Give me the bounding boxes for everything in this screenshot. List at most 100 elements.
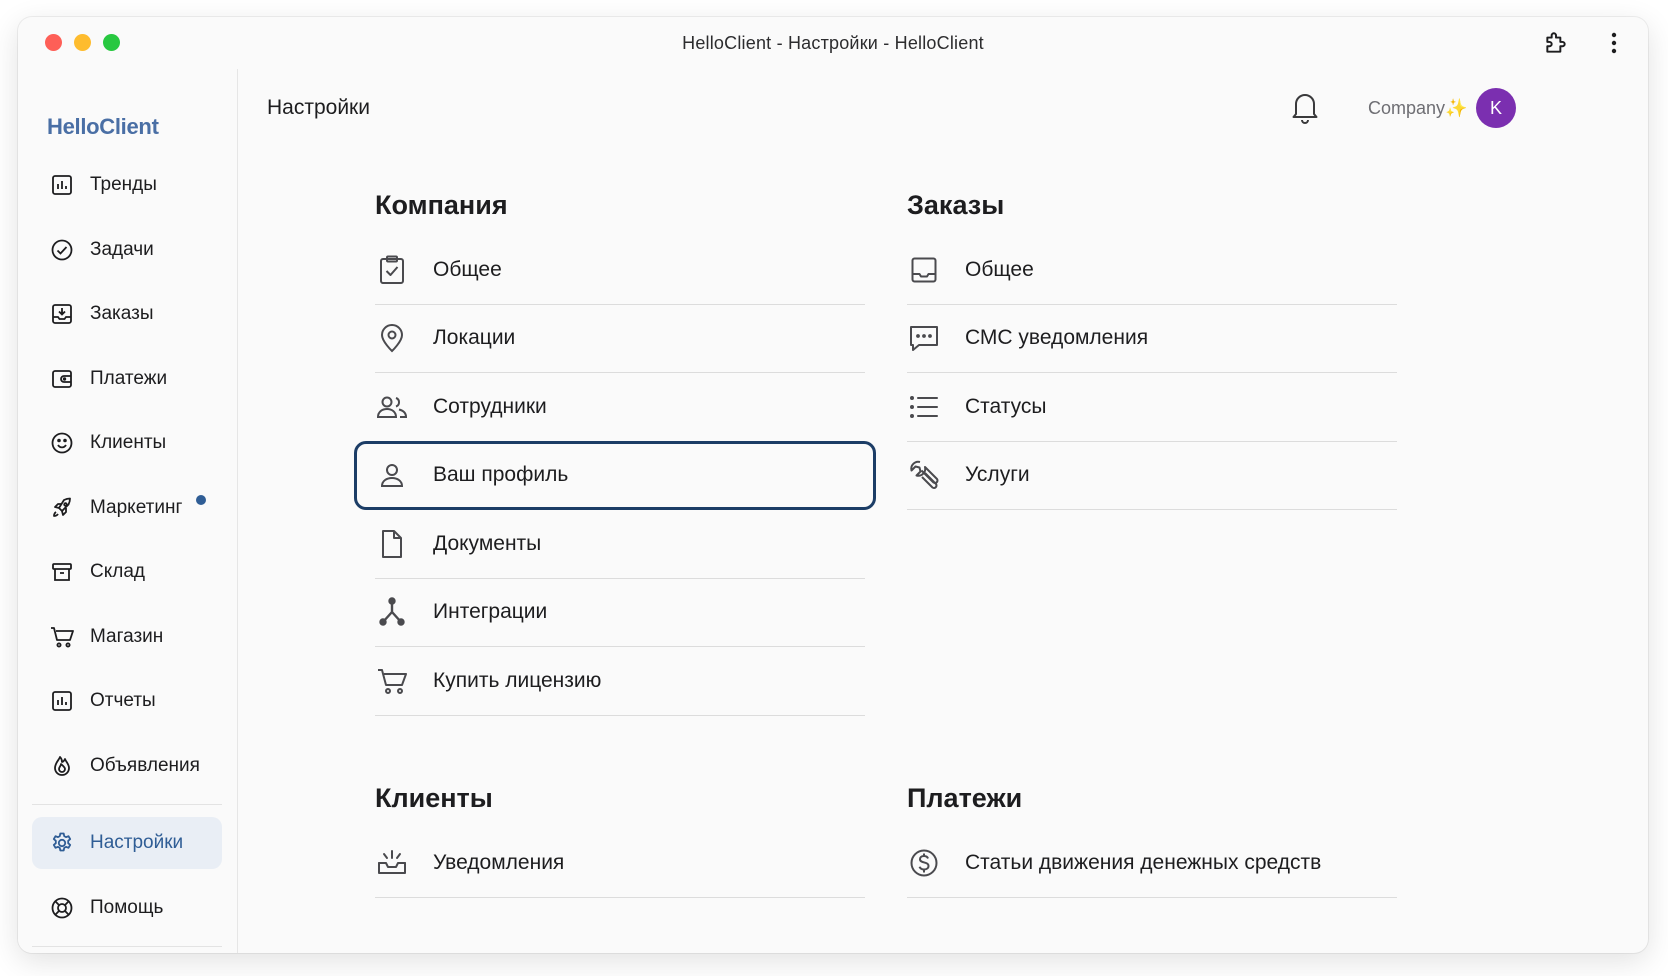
cart-icon <box>47 622 77 652</box>
settings-item-cashflow-articles[interactable]: Статьи движения денежных средств <box>907 829 1397 898</box>
extensions-icon[interactable] <box>1542 29 1570 57</box>
avatar[interactable]: K <box>1476 88 1516 128</box>
sidebar-item-orders[interactable]: Заказы <box>32 288 222 340</box>
sidebar-item-reports[interactable]: Отчеты <box>32 675 222 727</box>
settings-item-label: Купить лицензию <box>433 668 602 692</box>
sidebar-item-label: Тренды <box>90 174 157 195</box>
minimize-window-button[interactable] <box>74 34 91 51</box>
sidebar-item-label: Клиенты <box>90 432 167 453</box>
settings-item-services[interactable]: Услуги <box>907 442 1397 510</box>
list-icon <box>907 390 941 424</box>
sidebar-item-label: Склад <box>90 561 145 582</box>
gear-icon <box>47 828 77 858</box>
document-icon <box>375 527 409 561</box>
inbox-download-icon <box>47 299 77 329</box>
section-title-orders: Заказы <box>907 190 1005 220</box>
sidebar-item-marketing[interactable]: Маркетинг <box>32 482 222 534</box>
settings-item-buy-license[interactable]: Купить лицензию <box>375 647 865 716</box>
sidebar-nav: Тренды Задачи Заказы Платежи Клиенты Мар <box>32 159 222 953</box>
sidebar-item-announcements[interactable]: Объявления <box>32 740 222 792</box>
settings-item-label: Статусы <box>965 394 1047 418</box>
window-title: HelloClient - Настройки - HelloClient <box>682 32 984 53</box>
sidebar-item-label: Объявления <box>90 754 200 776</box>
page-title: Настройки <box>267 96 370 119</box>
settings-item-documents[interactable]: Документы <box>375 510 865 579</box>
sidebar-item-label: Помощь <box>90 896 164 918</box>
sidebar-item-label: Маркетинг <box>90 496 183 518</box>
sidebar-item-label: Платежи <box>90 367 168 389</box>
message-icon <box>907 321 941 355</box>
maximize-window-button[interactable] <box>103 34 120 51</box>
settings-item-locations[interactable]: Локации <box>375 305 865 373</box>
sidebar-item-clients[interactable]: Клиенты <box>32 417 222 469</box>
settings-item-label: Уведомления <box>433 850 565 874</box>
bell-icon[interactable] <box>1290 90 1320 124</box>
sidebar-item-label: Магазин <box>90 625 164 647</box>
brand-logo[interactable]: HelloClient <box>47 114 159 140</box>
wrench-icon <box>907 458 941 492</box>
orders-settings-list: Общее СМС уведомления Статусы Услуги <box>907 236 1397 510</box>
cart-icon <box>375 664 409 698</box>
notification-tray-icon <box>375 846 409 880</box>
map-pin-icon <box>375 321 409 355</box>
fire-icon <box>47 751 77 781</box>
settings-item-label: Общее <box>433 257 502 281</box>
inbox-icon <box>907 253 941 287</box>
payments-settings-list: Статьи движения денежных средств <box>907 829 1397 898</box>
section-title-payments: Платежи <box>907 783 1023 813</box>
settings-item-employees[interactable]: Сотрудники <box>375 373 865 442</box>
sidebar: HelloClient Тренды Задачи Заказы Платежи… <box>18 69 238 953</box>
smile-icon <box>47 428 77 458</box>
window-controls <box>45 34 120 51</box>
settings-item-label: Услуги <box>965 463 1030 487</box>
sidebar-item-label: Отчеты <box>90 690 156 711</box>
notification-dot <box>196 494 206 505</box>
lifebuoy-icon <box>47 893 77 923</box>
section-title-clients: Клиенты <box>375 783 493 813</box>
rocket-icon <box>47 493 77 523</box>
settings-item-orders-general[interactable]: Общее <box>907 236 1397 305</box>
sidebar-item-help[interactable]: Помощь <box>32 882 222 934</box>
close-window-button[interactable] <box>45 34 62 51</box>
sparkle-icon: ✨ <box>1445 98 1468 118</box>
settings-item-label: Документы <box>433 531 542 555</box>
sidebar-item-label: Заказы <box>90 303 154 324</box>
settings-item-label: Статьи движения денежных средств <box>965 850 1322 874</box>
section-title-company: Компания <box>375 190 508 220</box>
settings-item-label: Локации <box>433 326 516 350</box>
sidebar-item-shop[interactable]: Магазин <box>32 611 222 663</box>
user-icon <box>375 458 409 492</box>
settings-item-your-profile[interactable]: Ваш профиль <box>354 440 876 510</box>
more-menu-icon[interactable] <box>1600 29 1628 57</box>
clipboard-check-icon <box>375 253 409 287</box>
title-bar: HelloClient - Настройки - HelloClient <box>18 17 1648 69</box>
settings-item-label: Сотрудники <box>433 394 547 418</box>
sidebar-item-settings[interactable]: Настройки <box>32 817 222 869</box>
sidebar-item-label: Задачи <box>90 238 154 260</box>
chart-icon <box>47 686 77 716</box>
company-name: Company <box>1368 98 1446 118</box>
settings-item-statuses[interactable]: Статусы <box>907 373 1397 442</box>
settings-item-company-general[interactable]: Общее <box>375 236 865 305</box>
sidebar-divider <box>32 804 222 805</box>
wallet-icon <box>47 364 77 394</box>
settings-item-client-notifications[interactable]: Уведомления <box>375 829 865 898</box>
dollar-circle-icon <box>907 846 941 880</box>
settings-item-label: Ваш профиль <box>433 463 569 487</box>
sidebar-item-tasks[interactable]: Задачи <box>32 224 222 276</box>
sidebar-item-label: Настройки <box>90 832 184 853</box>
sidebar-divider <box>32 946 222 947</box>
company-switcher[interactable]: Company✨ <box>1368 98 1467 119</box>
sidebar-item-payments[interactable]: Платежи <box>32 353 222 405</box>
sidebar-item-warehouse[interactable]: Склад <box>32 546 222 598</box>
settings-item-label: СМС уведомления <box>965 326 1149 350</box>
check-circle-icon <box>47 235 77 265</box>
sidebar-item-trends[interactable]: Тренды <box>32 159 222 211</box>
app-window: HelloClient - Настройки - HelloClient He… <box>18 17 1648 953</box>
archive-icon <box>47 557 77 587</box>
users-icon <box>375 390 409 424</box>
settings-item-label: Интеграции <box>433 600 548 624</box>
settings-item-integrations[interactable]: Интеграции <box>375 579 865 647</box>
company-settings-list: Общее Локации Сотрудники Ваш профиль Док… <box>354 236 876 716</box>
settings-item-sms-notifications[interactable]: СМС уведомления <box>907 305 1397 373</box>
